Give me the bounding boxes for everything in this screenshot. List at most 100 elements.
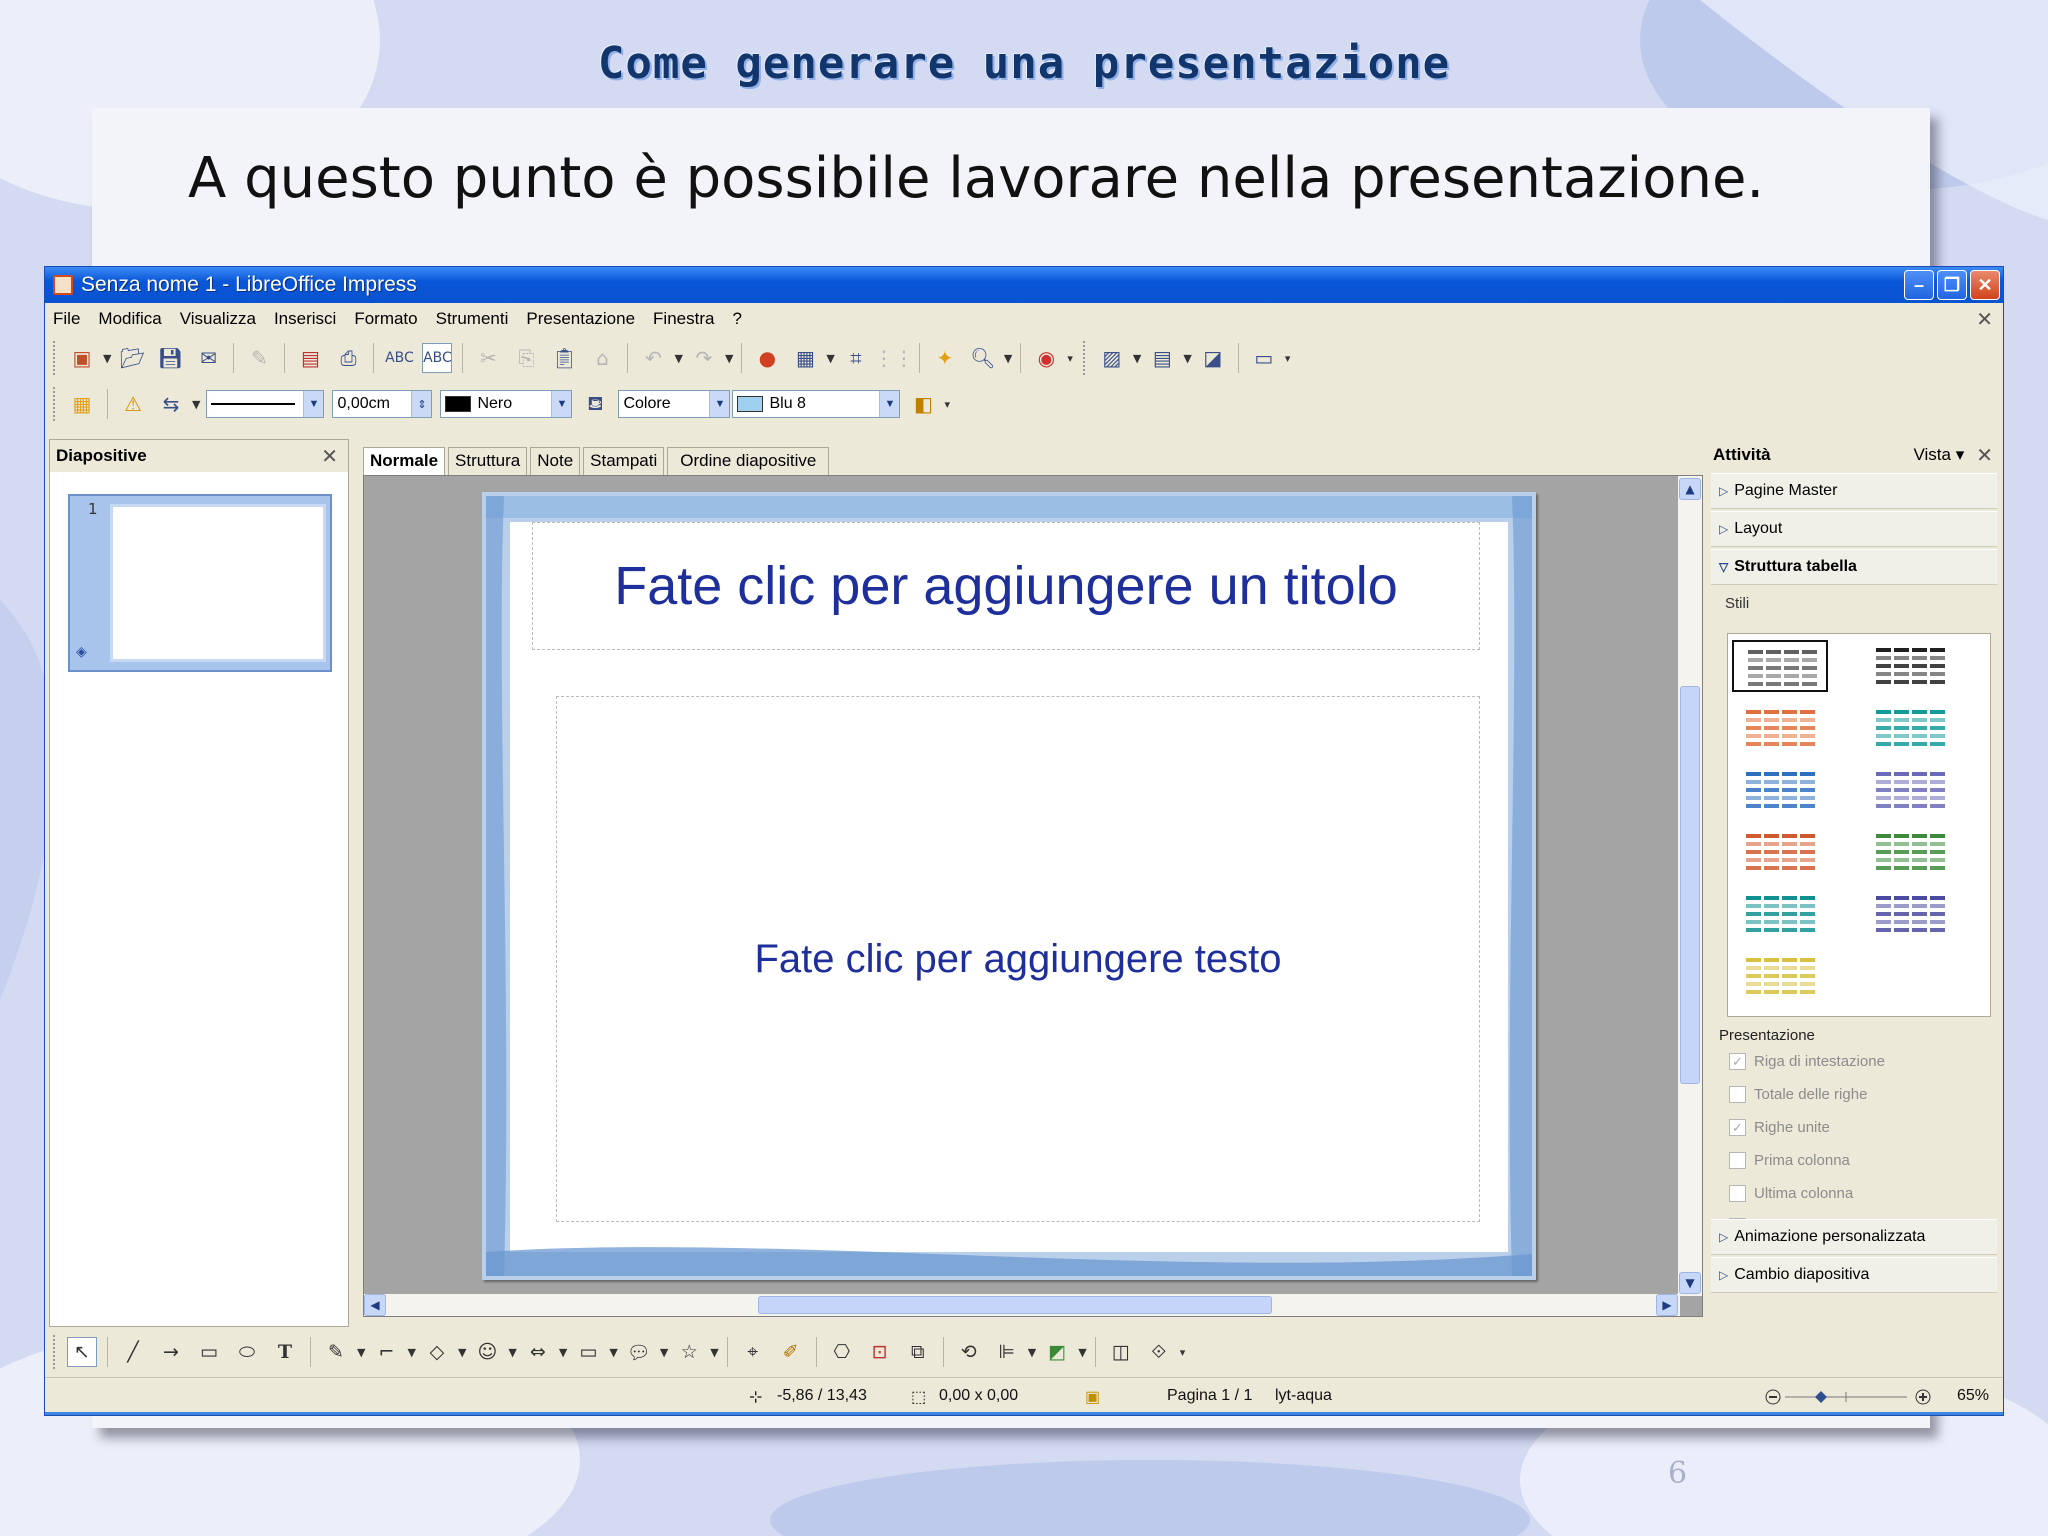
restore-button[interactable]: ❐ xyxy=(1937,270,1967,300)
helplines-icon[interactable]: ⋮⋮ xyxy=(874,343,914,373)
arrow-line-icon[interactable]: → xyxy=(156,1337,186,1367)
table-style-option[interactable] xyxy=(1862,702,1958,754)
menu-strumenti[interactable]: Strumenti xyxy=(436,309,509,329)
display-grid-icon[interactable]: ⌗ xyxy=(841,343,871,373)
glue-points-icon[interactable]: ✐ xyxy=(776,1337,806,1367)
area-icon[interactable]: ⛾ xyxy=(580,389,610,419)
callouts-dropdown-icon[interactable]: ▼ xyxy=(660,1346,668,1359)
menu-help[interactable]: ? xyxy=(732,309,741,329)
close-pane-icon[interactable]: ✕ xyxy=(1976,443,1993,468)
ellipse-icon[interactable]: ⬭ xyxy=(232,1337,262,1367)
slide-dropdown-icon[interactable]: ▼ xyxy=(1133,352,1141,365)
menu-modifica[interactable]: Modifica xyxy=(98,309,161,329)
undo-icon[interactable]: ↶ xyxy=(638,343,668,373)
symbols-dropdown-icon[interactable]: ▼ xyxy=(508,1346,516,1359)
flowchart-dropdown-icon[interactable]: ▼ xyxy=(609,1346,617,1359)
toolbar-overflow-icon[interactable]: ▾ xyxy=(1285,352,1291,365)
vertical-scrollbar[interactable]: ▲ ▼ xyxy=(1678,476,1702,1296)
slide-canvas[interactable]: Fate clic per aggiungere un titolo Fate … xyxy=(482,492,1536,1280)
from-file-icon[interactable]: ⊡ xyxy=(865,1337,895,1367)
title-placeholder[interactable]: Fate clic per aggiungere un titolo xyxy=(532,522,1480,650)
symbol-shapes-icon[interactable]: ☺ xyxy=(472,1337,502,1367)
table-style-option[interactable] xyxy=(1732,640,1828,692)
connector-icon[interactable]: ⌐ xyxy=(371,1337,401,1367)
toolbar-grip[interactable] xyxy=(53,387,57,421)
tab-ordine-diapositive[interactable]: Ordine diapositive xyxy=(667,447,830,475)
text-tool-icon[interactable]: T xyxy=(270,1337,300,1367)
flowchart-icon[interactable]: ▭ xyxy=(573,1337,603,1367)
shadow-tool-icon[interactable]: ◫ xyxy=(1106,1337,1136,1367)
cut-icon[interactable]: ✂ xyxy=(473,343,503,373)
vertical-scroll-thumb[interactable] xyxy=(1680,686,1700,1084)
scroll-left-icon[interactable]: ◀ xyxy=(364,1294,386,1316)
menu-inserisci[interactable]: Inserisci xyxy=(274,309,336,329)
curve-icon[interactable]: ✎ xyxy=(321,1337,351,1367)
callouts-icon[interactable]: 💬︎ xyxy=(624,1337,654,1367)
save-icon[interactable]: 💾︎ xyxy=(155,343,185,373)
section-pagine-master[interactable]: ▷ Pagine Master xyxy=(1711,473,1997,509)
curve-dropdown-icon[interactable]: ▼ xyxy=(357,1346,365,1359)
align-dropdown-icon[interactable]: ▼ xyxy=(1028,1346,1036,1359)
scroll-right-icon[interactable]: ▶ xyxy=(1656,1294,1678,1316)
arrow-style-icon[interactable]: ⇆ xyxy=(156,389,186,419)
menu-finestra[interactable]: Finestra xyxy=(653,309,714,329)
horizontal-scroll-thumb[interactable] xyxy=(758,1296,1272,1314)
table-icon[interactable]: ▦ xyxy=(790,343,820,373)
option-checkbox[interactable]: Prima colonna xyxy=(1729,1152,1850,1169)
slideshow-icon[interactable]: ▭ xyxy=(1249,343,1279,373)
scroll-up-icon[interactable]: ▲ xyxy=(1679,478,1701,500)
slide-thumbnail[interactable]: 1 ◈ xyxy=(68,494,332,672)
chart-icon[interactable]: ● xyxy=(752,343,782,373)
view-menu-button[interactable]: Vista ▾ xyxy=(1913,445,1964,465)
area-color-select[interactable]: Blu 8 ▼ xyxy=(732,390,901,418)
open-icon[interactable]: 📂︎ xyxy=(117,343,147,373)
arrow-dropdown-icon[interactable]: ▼ xyxy=(192,398,200,411)
arrows-dropdown-icon[interactable]: ▼ xyxy=(559,1346,567,1359)
line-style-select[interactable]: ▼ xyxy=(206,390,325,418)
toolbar-grip[interactable] xyxy=(1082,341,1087,375)
arrange-dropdown-icon[interactable]: ▼ xyxy=(1078,1346,1086,1359)
help-icon[interactable]: ◉ xyxy=(1031,343,1061,373)
section-layout[interactable]: ▷ Layout xyxy=(1711,511,1997,547)
basic-shapes-icon[interactable]: ◇ xyxy=(422,1337,452,1367)
line-icon[interactable]: ⚠ xyxy=(118,389,148,419)
zoom-dropdown-icon[interactable]: ▼ xyxy=(1004,352,1012,365)
navigator-icon[interactable]: ✦ xyxy=(930,343,960,373)
line-color-select[interactable]: Nero ▼ xyxy=(440,390,573,418)
table-style-option[interactable] xyxy=(1732,888,1828,940)
stars-icon[interactable]: ☆ xyxy=(674,1337,704,1367)
close-pane-icon[interactable]: ✕ xyxy=(321,444,338,469)
scroll-down-icon[interactable]: ▼ xyxy=(1679,1272,1701,1294)
arrange-icon[interactable]: ◩ xyxy=(1042,1337,1072,1367)
table-style-option[interactable] xyxy=(1862,888,1958,940)
body-placeholder[interactable]: Fate clic per aggiungere testo xyxy=(556,696,1480,1222)
spellcheck-icon[interactable]: ABC xyxy=(384,343,414,373)
table-style-option[interactable] xyxy=(1732,826,1828,878)
toolbar-overflow-icon[interactable]: ▾ xyxy=(1067,352,1073,365)
toolbar-overflow-icon[interactable]: ▾ xyxy=(944,398,950,411)
points-icon[interactable]: ⌖ xyxy=(738,1337,768,1367)
tab-stampati[interactable]: Stampati xyxy=(583,447,665,475)
option-checkbox[interactable]: Ultima colonna xyxy=(1729,1185,1853,1202)
stars-dropdown-icon[interactable]: ▼ xyxy=(710,1346,718,1359)
area-style-select[interactable]: Colore ▼ xyxy=(618,390,731,418)
minimize-button[interactable]: – xyxy=(1904,270,1934,300)
table-style-option[interactable] xyxy=(1732,764,1828,816)
line-width-field[interactable]: 0,00cm ⇕ xyxy=(332,390,433,418)
toolbar-overflow-icon[interactable]: ▾ xyxy=(1180,1346,1186,1359)
clone-format-icon[interactable]: ⌂ xyxy=(587,343,617,373)
select-icon[interactable]: ↖ xyxy=(67,1337,97,1367)
extrusion-icon[interactable]: ⟐ xyxy=(1144,1337,1174,1367)
table-style-option[interactable] xyxy=(1862,640,1958,692)
close-document-icon[interactable]: ✕ xyxy=(1976,307,1993,332)
section-animazione-personalizzata[interactable]: ▷ Animazione personalizzata xyxy=(1711,1219,1997,1255)
new-dropdown-icon[interactable]: ▼ xyxy=(103,352,111,365)
export-pdf-icon[interactable]: ▤ xyxy=(295,343,325,373)
close-button[interactable]: ✕ xyxy=(1970,270,2000,300)
menu-presentazione[interactable]: Presentazione xyxy=(526,309,635,329)
horizontal-scrollbar[interactable]: ◀ ▶ xyxy=(364,1294,1680,1316)
slide-icon[interactable]: ▨ xyxy=(1097,343,1127,373)
shapes-dropdown-icon[interactable]: ▼ xyxy=(458,1346,466,1359)
zoom-level[interactable]: 65% xyxy=(1957,1387,1989,1405)
tab-struttura[interactable]: Struttura xyxy=(448,447,528,475)
